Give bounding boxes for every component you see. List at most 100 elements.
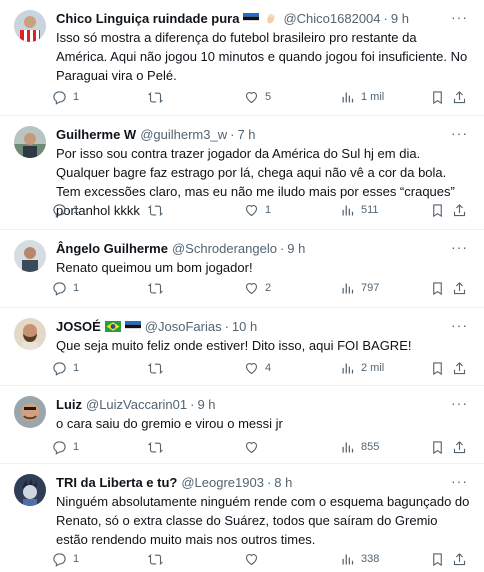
- bookmark-button[interactable]: [430, 199, 445, 221]
- share-button[interactable]: [452, 436, 467, 458]
- retweet-icon: [148, 362, 163, 374]
- avatar[interactable]: [14, 474, 46, 506]
- like-button[interactable]: 1: [244, 199, 271, 221]
- user-handle[interactable]: @LuizVaccarin01: [86, 397, 187, 412]
- retweet-button[interactable]: [148, 199, 169, 221]
- share-button[interactable]: [452, 548, 467, 570]
- views-button[interactable]: 2 mil: [340, 357, 384, 379]
- timestamp[interactable]: 9 h: [197, 397, 215, 412]
- reply-button[interactable]: 1: [52, 277, 79, 299]
- reply-button[interactable]: 1: [52, 357, 79, 379]
- reply-count: 1: [73, 204, 80, 216]
- estonia-flag-icon: [243, 12, 260, 24]
- views-button[interactable]: 855: [340, 436, 379, 458]
- bookmark-icon: [433, 552, 442, 566]
- bookmark-button[interactable]: [430, 548, 445, 570]
- retweet-button[interactable]: [148, 436, 169, 458]
- separator-dot: ·: [383, 10, 388, 26]
- user-handle[interactable]: @Chico1682004: [283, 11, 380, 26]
- brazil-flag-icon: [104, 320, 121, 332]
- tweet[interactable]: JOSOÉ @JosoFarias · 10 h ··· Que seja mu…: [0, 308, 484, 386]
- heart-icon: [245, 282, 258, 294]
- more-icon[interactable]: ···: [451, 125, 468, 141]
- user-handle[interactable]: @Schroderangelo: [172, 241, 277, 256]
- display-name[interactable]: TRI da Liberta e tu?: [56, 475, 177, 490]
- share-button[interactable]: [452, 199, 467, 221]
- timestamp[interactable]: 10 h: [232, 319, 257, 334]
- tweet-text: Isso só mostra a diferença do futebol br…: [56, 30, 468, 83]
- bookmark-icon: [433, 90, 442, 104]
- retweet-button[interactable]: [148, 357, 169, 379]
- timestamp[interactable]: 9 h: [391, 11, 409, 26]
- share-button[interactable]: [452, 86, 467, 108]
- reply-button[interactable]: 1: [52, 86, 79, 108]
- retweet-button[interactable]: [148, 277, 169, 299]
- retweet-button[interactable]: [148, 86, 169, 108]
- reply-button[interactable]: 1: [52, 436, 79, 458]
- display-name[interactable]: Guilherme W: [56, 127, 136, 142]
- like-count: 5: [265, 91, 272, 103]
- bookmark-button[interactable]: [430, 86, 445, 108]
- share-button[interactable]: [452, 357, 467, 379]
- views-chart-icon: [342, 363, 354, 373]
- tweet[interactable]: Ângelo Guilherme @Schroderangelo · 9 h ·…: [0, 230, 484, 308]
- more-icon[interactable]: ···: [451, 473, 468, 489]
- more-icon[interactable]: ···: [451, 9, 468, 25]
- timestamp[interactable]: 8 h: [274, 475, 292, 490]
- like-button[interactable]: 5: [244, 86, 271, 108]
- avatar[interactable]: [14, 318, 46, 350]
- tweet-text: Renato queimou um bom jogador!: [56, 260, 253, 275]
- bookmark-button[interactable]: [430, 357, 445, 379]
- display-name[interactable]: Luiz: [56, 397, 82, 412]
- user-handle[interactable]: @JosoFarias: [145, 319, 222, 334]
- views-count: 855: [361, 441, 380, 453]
- more-icon[interactable]: ···: [451, 239, 468, 255]
- views-chart-icon: [342, 205, 354, 215]
- tweet-text: o cara saiu do gremio e virou o messi jr: [56, 416, 283, 431]
- bookmark-icon: [433, 440, 442, 454]
- retweet-button[interactable]: [148, 548, 169, 570]
- like-button[interactable]: [244, 548, 265, 570]
- views-button[interactable]: 338: [340, 548, 379, 570]
- retweet-icon: [148, 204, 163, 216]
- reply-count: 1: [73, 91, 80, 103]
- avatar[interactable]: [14, 240, 46, 272]
- timestamp[interactable]: 7 h: [237, 127, 255, 142]
- display-name[interactable]: Chico Linguiça ruindade pura: [56, 11, 239, 26]
- more-icon[interactable]: ···: [451, 317, 468, 333]
- avatar[interactable]: [14, 126, 46, 158]
- reply-icon: [53, 440, 66, 455]
- user-handle[interactable]: @Leogre1903: [181, 475, 264, 490]
- display-name[interactable]: JOSOÉ: [56, 319, 101, 334]
- user-handle[interactable]: @guilherm3_w: [140, 127, 227, 142]
- views-chart-icon: [342, 554, 354, 564]
- views-button[interactable]: 1 mil: [340, 86, 384, 108]
- avatar[interactable]: [14, 396, 46, 428]
- bookmark-button[interactable]: [430, 277, 445, 299]
- tweet[interactable]: Chico Linguiça ruindade pura @Chico16820…: [0, 0, 484, 116]
- tweet[interactable]: TRI da Liberta e tu? @Leogre1903 · 8 h ·…: [0, 464, 484, 572]
- reply-icon: [53, 203, 66, 218]
- like-button[interactable]: [244, 436, 265, 458]
- share-button[interactable]: [452, 277, 467, 299]
- tweet[interactable]: Guilherme W @guilherm3_w · 7 h ··· Por i…: [0, 116, 484, 230]
- share-icon: [453, 281, 466, 294]
- avatar[interactable]: [14, 10, 46, 42]
- reply-button[interactable]: 1: [52, 548, 79, 570]
- views-button[interactable]: 797: [340, 277, 379, 299]
- views-button[interactable]: 511: [340, 199, 379, 221]
- more-icon[interactable]: ···: [451, 395, 468, 411]
- tweet[interactable]: Luiz @LuizVaccarin01 · 9 h ··· o cara sa…: [0, 386, 484, 464]
- timestamp[interactable]: 9 h: [287, 241, 305, 256]
- reply-button[interactable]: 1: [52, 199, 79, 221]
- like-button[interactable]: 4: [244, 357, 271, 379]
- reply-count: 1: [73, 362, 80, 374]
- heart-icon: [245, 91, 258, 103]
- retweet-icon: [148, 441, 163, 453]
- display-name[interactable]: Ângelo Guilherme: [56, 241, 168, 256]
- bookmark-button[interactable]: [430, 436, 445, 458]
- reply-count: 1: [73, 553, 80, 565]
- like-count: 2: [265, 282, 272, 294]
- tweet-text: Que seja muito feliz onde estiver! Dito …: [56, 338, 412, 353]
- like-button[interactable]: 2: [244, 277, 271, 299]
